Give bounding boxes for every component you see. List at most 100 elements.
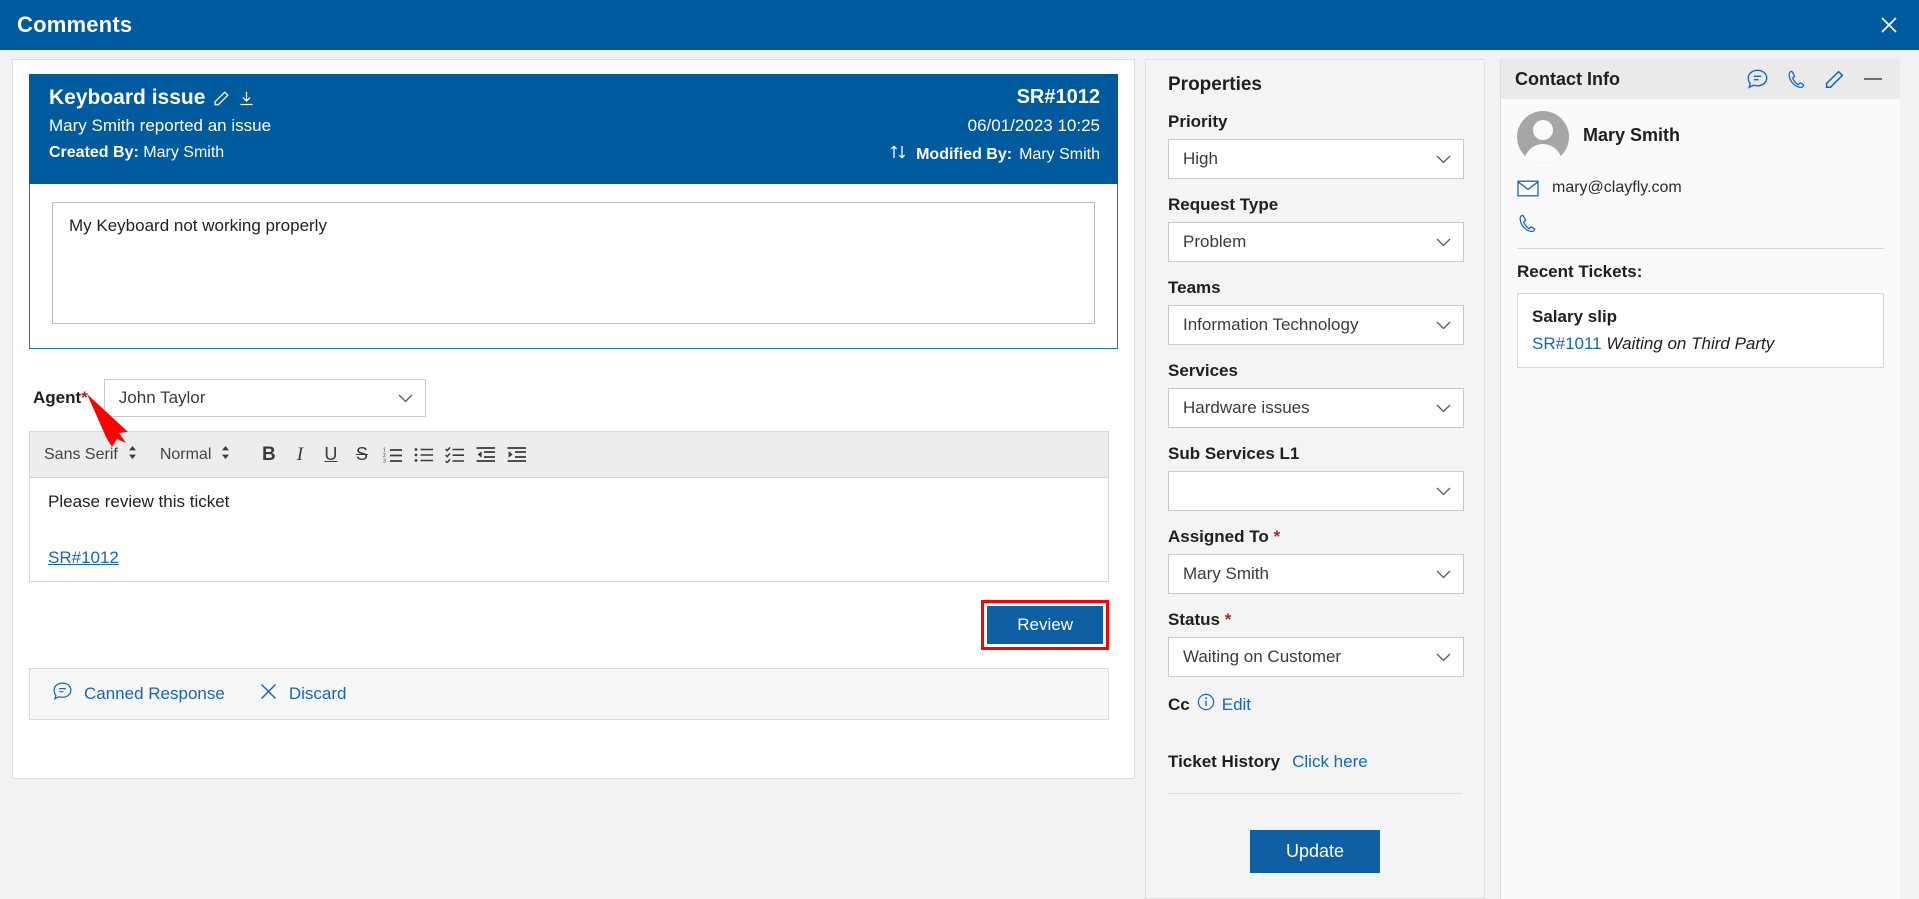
font-family-picker[interactable]: Sans Serif (44, 445, 138, 465)
cc-label: Cc (1168, 694, 1190, 714)
agent-select[interactable]: John Taylor (103, 379, 426, 417)
editor-toolbar: Sans Serif Normal B I U S 1 2 3 (30, 432, 1108, 478)
status-label-text: Status (1168, 610, 1220, 629)
bold-button[interactable]: B (253, 439, 284, 470)
agent-label-text: Agent (33, 388, 82, 407)
request-type-value: Problem (1183, 232, 1247, 251)
request-type-select[interactable]: Problem (1168, 222, 1464, 262)
agent-select-value: John Taylor (118, 388, 206, 407)
contact-phone-row (1517, 213, 1884, 234)
cc-edit-link[interactable]: Edit (1222, 695, 1251, 715)
ordered-list-button[interactable]: 1 2 3 (377, 439, 408, 470)
ticket-title-row: Keyboard issue (49, 86, 255, 110)
ticket-modified-by: Modified By: Mary Smith (889, 144, 1100, 165)
review-button[interactable]: Review (987, 606, 1103, 644)
review-highlight-box: Review (981, 600, 1109, 650)
chevron-down-icon (1436, 487, 1451, 496)
phone-icon[interactable] (1517, 213, 1538, 234)
sub-services-l1-label: Sub Services L1 (1168, 444, 1462, 464)
info-icon[interactable] (1197, 693, 1215, 716)
assigned-to-label: Assigned To * (1168, 527, 1462, 547)
sub-services-l1-label-text: Sub Services L1 (1168, 444, 1300, 463)
priority-label: Priority (1168, 112, 1462, 132)
cc-row: Cc Edit (1168, 693, 1462, 716)
ticket-header: Keyboard issue SR#1012 Mary Smith report… (29, 74, 1118, 184)
editor-actions-bar: Canned Response Discard (29, 668, 1109, 720)
download-icon[interactable] (238, 90, 255, 107)
pencil-icon[interactable] (213, 90, 230, 107)
assigned-to-value: Mary Smith (1183, 564, 1269, 583)
assigned-to-select[interactable]: Mary Smith (1168, 554, 1464, 594)
canned-response-button[interactable]: Canned Response (52, 681, 225, 707)
workspace: Keyboard issue SR#1012 Mary Smith report… (0, 50, 1919, 899)
strikethrough-button[interactable]: S (346, 439, 377, 470)
description-panel: My Keyboard not working properly (29, 184, 1118, 349)
mail-icon[interactable] (1517, 180, 1539, 197)
update-button[interactable]: Update (1249, 830, 1381, 873)
teams-value: Information Technology (1183, 315, 1359, 334)
contact-info-body: Mary Smith mary@clayfly.com Recent Ticke… (1501, 99, 1900, 368)
agent-row: Agent* John Taylor (29, 379, 1118, 417)
request-type-label: Request Type (1168, 195, 1462, 215)
recent-tickets-title: Recent Tickets: (1517, 262, 1643, 281)
contact-email-row: mary@clayfly.com (1517, 179, 1884, 197)
svg-text:3: 3 (383, 459, 386, 464)
updown-arrows-icon (127, 445, 138, 465)
ticket-history-row: Ticket History Click here (1168, 752, 1462, 772)
ticket-history-link[interactable]: Click here (1292, 752, 1368, 772)
status-select[interactable]: Waiting on Customer (1168, 637, 1464, 677)
status-value: Waiting on Customer (1183, 647, 1342, 666)
avatar-body (1524, 144, 1562, 163)
contact-person: Mary Smith (1517, 111, 1884, 163)
editor-ticket-link[interactable]: SR#1012 (48, 548, 119, 568)
contact-info-title: Contact Info (1515, 68, 1620, 89)
recent-ticket-title: Salary slip (1532, 307, 1618, 326)
font-family-value: Sans Serif (44, 445, 118, 463)
editor-content[interactable]: Please review this ticket SR#1012 (30, 478, 1108, 581)
check-list-button[interactable] (439, 439, 470, 470)
pencil-icon[interactable] (1824, 69, 1845, 90)
close-button[interactable] (1859, 0, 1919, 50)
ticket-description: My Keyboard not working properly (52, 202, 1095, 324)
sub-services-l1-select[interactable] (1168, 471, 1464, 511)
chevron-down-icon (1436, 155, 1451, 164)
properties-pane: Properties Priority High Request Type Pr… (1145, 59, 1485, 899)
status-required-mark: * (1224, 610, 1232, 629)
comment-icon[interactable] (1746, 68, 1769, 91)
recent-ticket-sub: SR#1011 Waiting on Third Party (1532, 334, 1869, 354)
services-select[interactable]: Hardware issues (1168, 388, 1464, 428)
chevron-down-icon (1436, 404, 1451, 413)
recent-ticket-status: Waiting on Third Party (1606, 334, 1775, 353)
phone-icon[interactable] (1786, 69, 1807, 90)
font-size-picker[interactable]: Normal (160, 445, 232, 465)
properties-title: Properties (1168, 74, 1262, 95)
assigned-to-label-text: Assigned To (1168, 527, 1269, 546)
chevron-down-icon (1436, 238, 1451, 247)
contact-header-icons (1746, 68, 1884, 91)
discard-button[interactable]: Discard (259, 682, 346, 706)
ticket-sr-number: SR#1012 (1016, 86, 1100, 108)
indent-button[interactable] (501, 439, 532, 470)
updown-arrows-icon (220, 445, 231, 465)
close-icon (1879, 15, 1899, 35)
recent-ticket-sr[interactable]: SR#1011 (1532, 334, 1602, 353)
underline-button[interactable]: U (315, 439, 346, 470)
avatar (1517, 111, 1569, 163)
sort-arrows-icon[interactable] (889, 144, 909, 165)
outdent-button[interactable] (470, 439, 501, 470)
bullet-list-button[interactable] (408, 439, 439, 470)
list-item[interactable]: Salary slip SR#1011 Waiting on Third Par… (1517, 293, 1884, 368)
created-by-value: Mary Smith (143, 144, 225, 161)
contact-email: mary@clayfly.com (1552, 179, 1682, 196)
chevron-down-icon (1436, 570, 1451, 579)
contact-info-header: Contact Info (1501, 59, 1900, 99)
modified-by-label: Modified By: (916, 145, 1013, 163)
teams-select[interactable]: Information Technology (1168, 305, 1464, 345)
window-title: Comments (17, 12, 133, 37)
italic-button[interactable]: I (284, 439, 315, 470)
minimize-icon[interactable] (1862, 74, 1884, 84)
properties-divider (1168, 793, 1462, 794)
priority-select[interactable]: High (1168, 139, 1464, 179)
font-size-value: Normal (159, 445, 212, 463)
window-title-bar: Comments (0, 0, 1919, 50)
